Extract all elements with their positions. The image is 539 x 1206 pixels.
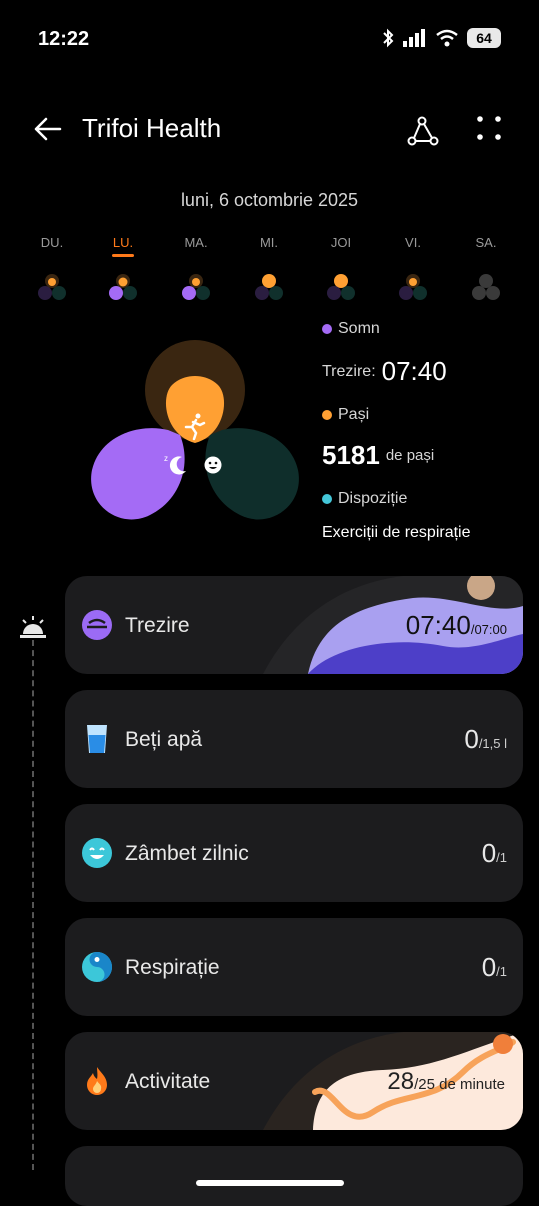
wake-time-value: 07:40 <box>381 356 447 386</box>
day-label: JOI <box>330 235 352 250</box>
card-wake[interactable]: Trezire 07:40/07:00 <box>65 576 523 674</box>
legend-mood-label: Dispoziție <box>338 490 408 507</box>
card-smile-label: Zâmbet zilnic <box>125 842 249 865</box>
back-arrow-icon[interactable] <box>30 111 66 147</box>
card-activity-value: 28/25 de minute <box>387 1068 505 1096</box>
legend-steps-count: 5181 de pași <box>322 440 434 471</box>
svg-text:z: z <box>164 454 168 463</box>
day-label: DU. <box>40 235 64 250</box>
page-title: Trifoi Health <box>82 113 222 143</box>
share-icon[interactable] <box>404 113 440 149</box>
card-water-label: Beți apă <box>125 728 203 751</box>
legend-sleep-label: Somn <box>338 320 380 337</box>
card-breathing-value: 0/1 <box>482 952 507 983</box>
date-label: luni, 6 octombrie 2025 <box>180 190 359 210</box>
card-wake-label: Trezire <box>125 614 190 637</box>
day-clover-wednesday[interactable] <box>253 272 285 302</box>
legend-mood: Dispoziție <box>322 490 407 508</box>
breathing-icon <box>82 952 112 982</box>
mood-face-icon <box>204 456 222 474</box>
legend-sleep: Somn <box>322 320 380 338</box>
legend-wake-time: Trezire: 07:40 <box>322 356 447 387</box>
activity-value: 28 <box>387 1068 415 1095</box>
mood-dot <box>322 494 332 504</box>
day-clover-tuesday[interactable] <box>180 272 212 302</box>
card-activity[interactable]: Activitate 28/25 de minute <box>65 1032 523 1130</box>
day-label: SA. <box>475 235 497 250</box>
day-clover-saturday[interactable] <box>470 272 502 302</box>
more-options-icon[interactable] <box>474 113 504 143</box>
card-activity-label: Activitate <box>125 1070 211 1093</box>
sunrise-icon <box>20 616 46 638</box>
day-label: LU. <box>112 235 134 250</box>
card-next-partial[interactable] <box>65 1146 523 1206</box>
activity-target: /25 de minute <box>414 1076 505 1093</box>
app-header: Trifoi Health <box>0 105 539 155</box>
bluetooth-icon <box>383 28 394 48</box>
card-breathing[interactable]: Respirație 0/1 <box>65 918 523 1016</box>
breathing-value: 0 <box>481 952 497 982</box>
timeline-line <box>32 640 36 1170</box>
day-label: MA. <box>184 235 208 250</box>
legend-steps-label: Pași <box>338 406 370 423</box>
wake-value: 07:40 <box>405 610 471 640</box>
signal-icon <box>403 29 425 47</box>
status-time: 12:22 <box>38 28 90 50</box>
wake-caption: Trezire: <box>322 362 376 380</box>
battery-indicator: 64 <box>467 28 501 48</box>
day-tab-sunday[interactable]: DU. <box>22 235 82 250</box>
card-breathing-label: Respirație <box>125 956 220 979</box>
flame-icon <box>87 1067 107 1095</box>
legend-steps: Pași <box>322 406 369 424</box>
card-smile[interactable]: Zâmbet zilnic 0/1 <box>65 804 523 902</box>
wifi-icon <box>436 29 458 47</box>
day-clover-thursday[interactable] <box>325 272 357 302</box>
day-tab-friday[interactable]: VI. <box>383 235 443 250</box>
wake-target: /07:00 <box>470 622 507 637</box>
day-tab-tuesday[interactable]: MA. <box>166 235 226 250</box>
card-smile-value: 0/1 <box>482 838 507 869</box>
day-tab-monday[interactable]: LU. <box>93 235 153 257</box>
smile-target: /1 <box>496 850 507 865</box>
water-value: 0 <box>464 724 479 754</box>
status-icons: 64 <box>381 28 501 48</box>
day-clover-friday[interactable] <box>397 272 429 302</box>
day-tab-saturday[interactable]: SA. <box>456 235 516 250</box>
wake-icon <box>82 610 112 640</box>
card-wake-value: 07:40/07:00 <box>406 610 507 641</box>
day-label: MI. <box>259 235 279 250</box>
daily-clover-chart: z <box>91 340 299 520</box>
day-clover-monday[interactable] <box>107 272 139 302</box>
water-glass-icon <box>87 725 107 753</box>
water-target: /1,5 l <box>478 736 507 751</box>
card-water[interactable]: Beți apă 0/1,5 l <box>65 690 523 788</box>
steps-value: 5181 <box>322 440 380 470</box>
smile-icon <box>82 838 112 868</box>
breathing-target: /1 <box>496 964 507 979</box>
mood-text: Exerciții de respirație <box>322 524 471 541</box>
day-clover-sunday[interactable] <box>36 272 68 302</box>
smile-value: 0 <box>481 838 497 868</box>
active-day-underline <box>112 254 134 257</box>
steps-dot <box>322 410 332 420</box>
legend-mood-text: Exerciții de respirație <box>322 524 471 542</box>
status-bar: 12:22 64 <box>0 0 539 80</box>
day-tab-thursday[interactable]: JOI <box>311 235 371 250</box>
day-label: VI. <box>405 235 421 250</box>
home-indicator[interactable] <box>196 1180 344 1186</box>
day-tab-wednesday[interactable]: MI. <box>239 235 299 250</box>
card-water-value: 0/1,5 l <box>464 724 507 755</box>
sleep-dot <box>322 324 332 334</box>
steps-unit: de pași <box>385 447 435 464</box>
